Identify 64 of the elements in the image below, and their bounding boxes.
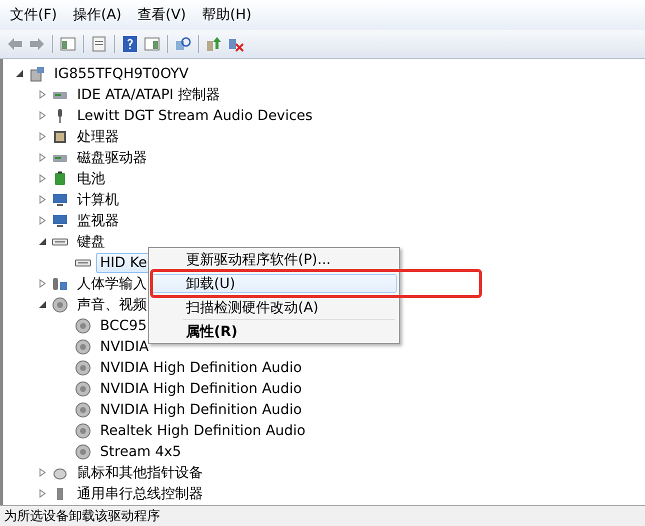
speaker-icon [75, 360, 91, 376]
tree-item[interactable]: NVIDIA High Definition Audio [96, 378, 306, 398]
tree-item[interactable]: 电池 [73, 168, 109, 190]
expand-icon[interactable] [38, 174, 47, 183]
expand-icon[interactable] [38, 279, 47, 288]
menu-item[interactable]: 更新驱动程序软件(P)... [151, 250, 397, 269]
tree-item[interactable]: NVIDIA [96, 336, 153, 356]
tree-item[interactable]: 磁盘驱动器 [73, 146, 151, 168]
speaker-icon [52, 296, 68, 312]
expand-icon[interactable] [38, 195, 47, 204]
tree-item[interactable]: 通用串行总线控制器 [73, 482, 207, 504]
expand-icon[interactable] [38, 468, 47, 477]
tree-item[interactable]: NVIDIA High Definition Audio [96, 358, 306, 378]
tree-item[interactable]: Lewitt DGT Stream Audio Devices [73, 106, 317, 126]
speaker-icon [75, 380, 91, 396]
forward-icon[interactable] [28, 35, 46, 53]
tree-item[interactable]: 处理器 [73, 126, 123, 148]
expand-icon[interactable] [38, 153, 47, 162]
collapse-icon[interactable] [38, 237, 47, 246]
menu-item[interactable]: 帮助(H) [196, 4, 258, 26]
speaker-icon [75, 318, 91, 334]
tree-item[interactable]: 声音、视频 [73, 294, 151, 316]
action-pane-icon[interactable] [143, 35, 161, 53]
menu-item[interactable]: 卸载(U) [151, 274, 397, 293]
tree-item[interactable]: BCC95 [96, 316, 151, 336]
tree-item[interactable]: Realtek High Definition Audio [96, 420, 310, 440]
tree-item[interactable]: 鼠标和其他指针设备 [73, 462, 207, 484]
tree-item[interactable]: 监视器 [73, 210, 123, 232]
battery-icon [52, 170, 68, 186]
menu-item[interactable]: 属性(R) [151, 322, 397, 341]
expand-icon[interactable] [38, 132, 47, 141]
tree-item[interactable]: IDE ATA/ATAPI 控制器 [73, 84, 224, 106]
tree-item[interactable]: NVIDIA High Definition Audio [96, 400, 306, 420]
console-tree-icon[interactable] [59, 35, 77, 53]
expand-icon[interactable] [38, 489, 47, 498]
computer-icon [29, 66, 45, 82]
speaker-icon [75, 338, 91, 354]
menu-item[interactable]: 查看(V) [132, 4, 192, 26]
properties-icon[interactable] [90, 35, 108, 53]
tree-item[interactable]: Stream 4x5 [96, 442, 186, 462]
expand-icon[interactable] [38, 216, 47, 225]
help-icon[interactable] [121, 35, 139, 53]
monitor-icon [52, 192, 68, 208]
update-driver-icon[interactable] [205, 35, 223, 53]
tree-item[interactable]: IG855TFQH9T0OYV [50, 64, 193, 84]
tree-item[interactable]: 键盘 [73, 230, 109, 252]
tree-item[interactable]: 人体学输入 [73, 272, 151, 294]
menu-item[interactable]: 文件(F) [4, 4, 63, 26]
tree-item[interactable]: HID Ke [96, 252, 151, 272]
speaker-icon [75, 402, 91, 418]
monitor-icon [52, 212, 68, 228]
expand-icon[interactable] [38, 90, 47, 99]
speaker-icon [75, 444, 91, 460]
input-device-icon [52, 276, 68, 292]
menu-item[interactable]: 操作(A) [66, 4, 128, 26]
processor-icon [52, 128, 68, 144]
expand-icon[interactable] [38, 111, 47, 120]
tree-item[interactable]: 计算机 [73, 188, 123, 210]
speaker-icon [75, 422, 91, 438]
scan-hardware-icon[interactable] [174, 35, 192, 53]
collapse-icon[interactable] [38, 300, 47, 309]
status-text: 为所选设备卸载该驱动程序 [0, 505, 645, 526]
menu-item[interactable]: 扫描检测硬件改动(A) [151, 298, 397, 317]
collapse-icon[interactable] [15, 69, 24, 78]
